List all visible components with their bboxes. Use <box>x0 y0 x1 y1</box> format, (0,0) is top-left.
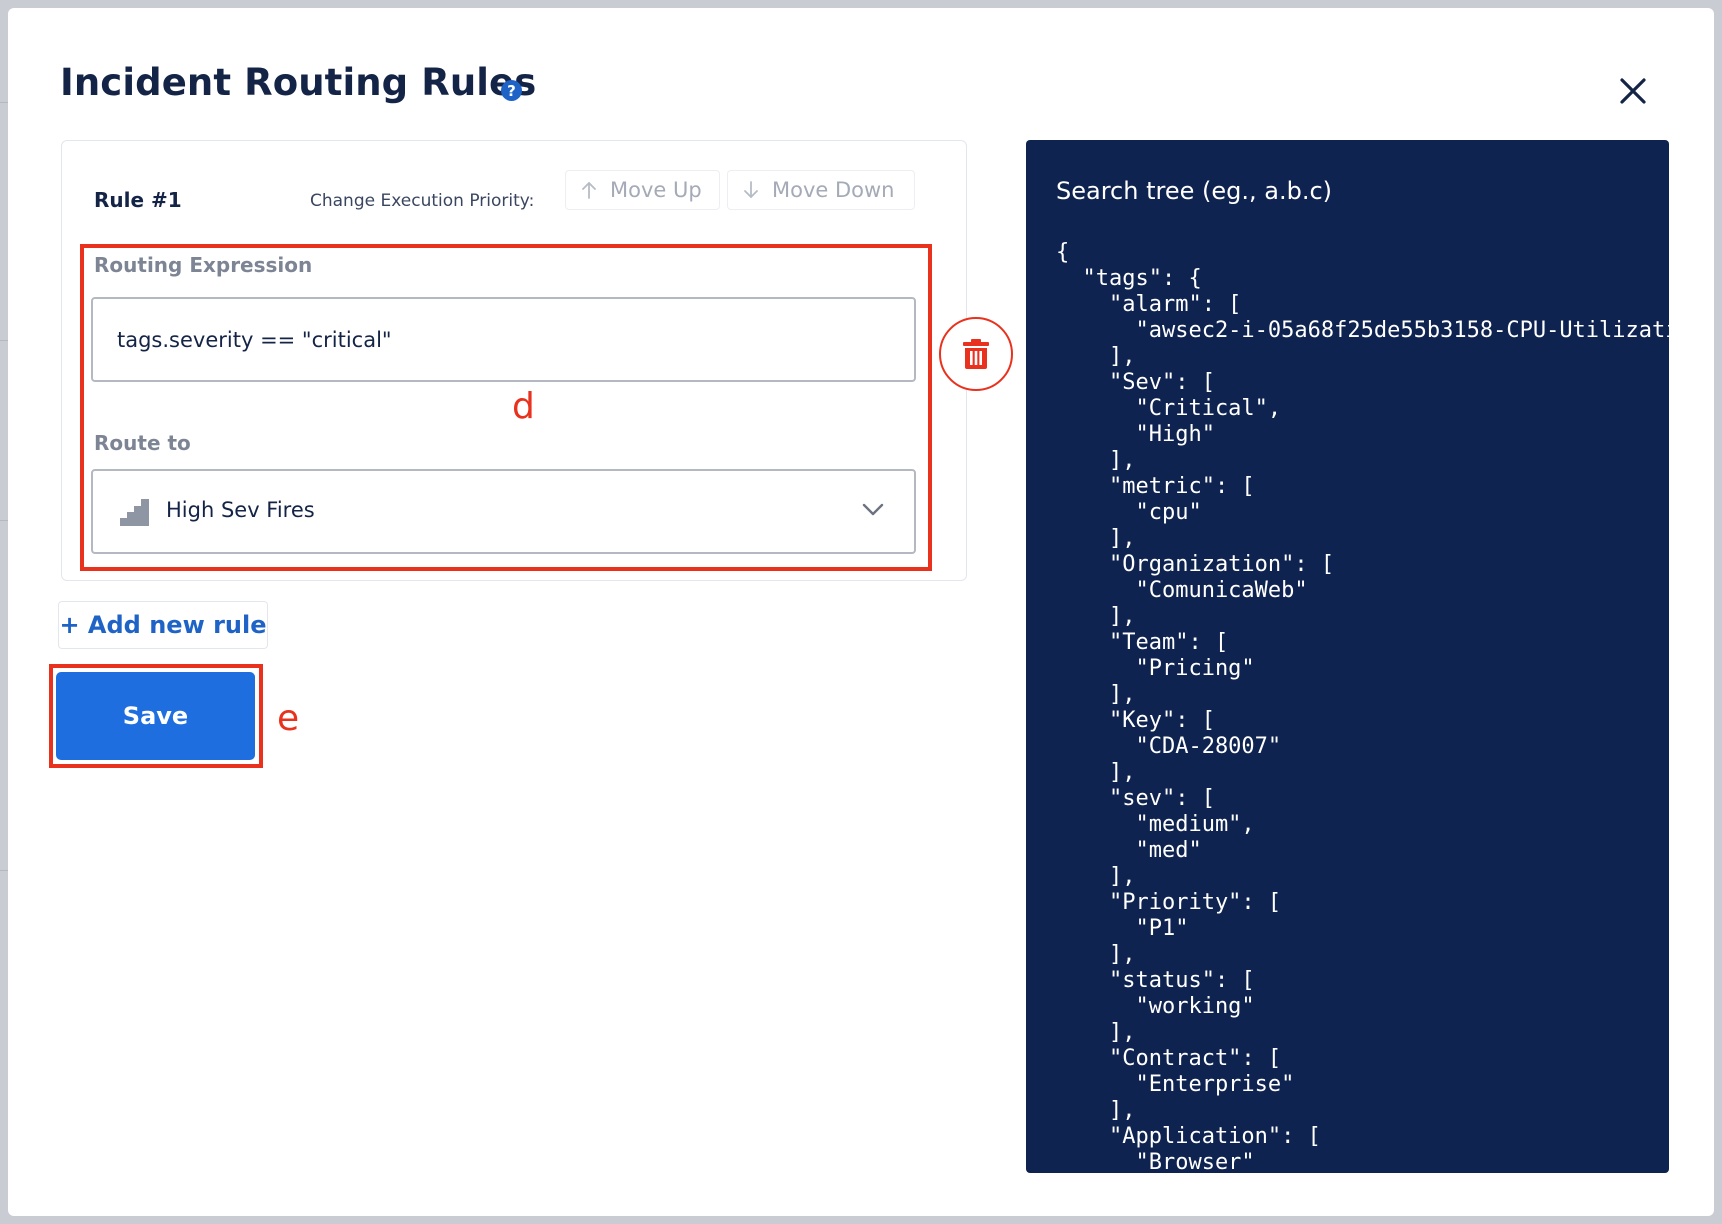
move-down-button[interactable]: Move Down <box>727 170 915 210</box>
route-to-value: High Sev Fires <box>166 498 315 522</box>
bg-divider <box>0 870 8 871</box>
routing-rules-modal: Incident Routing Rules ? Rule #1 Change … <box>8 8 1714 1216</box>
add-new-rule-button[interactable]: + Add new rule <box>58 601 268 649</box>
annotation-label-d: d <box>512 386 535 427</box>
close-icon[interactable] <box>1618 76 1648 106</box>
annotation-label-e: e <box>277 698 300 739</box>
route-to-label: Route to <box>94 431 191 455</box>
bg-divider <box>0 102 8 103</box>
routing-expression-label: Routing Expression <box>94 253 313 277</box>
save-button[interactable]: Save <box>56 672 255 760</box>
search-tree-json: { "tags": { "alarm": [ "awsec2-i-05a68f2… <box>1056 240 1669 1173</box>
bg-divider <box>0 520 8 521</box>
routing-expression-input[interactable] <box>91 297 916 382</box>
move-up-button[interactable]: Move Up <box>565 170 720 210</box>
staircase-icon <box>120 499 149 526</box>
rule-card: Rule #1 Change Execution Priority: Move … <box>61 140 1013 581</box>
move-down-label: Move Down <box>772 178 895 202</box>
priority-label: Change Execution Priority: <box>310 191 535 211</box>
move-up-label: Move Up <box>610 178 702 202</box>
arrow-up-icon <box>582 182 596 199</box>
search-tree-panel: { "tags": { "alarm": [ "awsec2-i-05a68f2… <box>1026 140 1669 1173</box>
chevron-down-icon <box>862 503 884 516</box>
help-icon[interactable]: ? <box>501 80 522 101</box>
search-tree-input[interactable] <box>1056 177 1636 205</box>
route-to-select[interactable]: High Sev Fires <box>91 469 916 554</box>
bg-divider <box>0 340 8 341</box>
delete-rule-button[interactable] <box>939 317 1013 391</box>
arrow-down-icon <box>744 181 758 198</box>
trash-icon <box>963 339 989 369</box>
rule-label: Rule #1 <box>94 188 182 212</box>
modal-title: Incident Routing Rules <box>60 61 537 104</box>
